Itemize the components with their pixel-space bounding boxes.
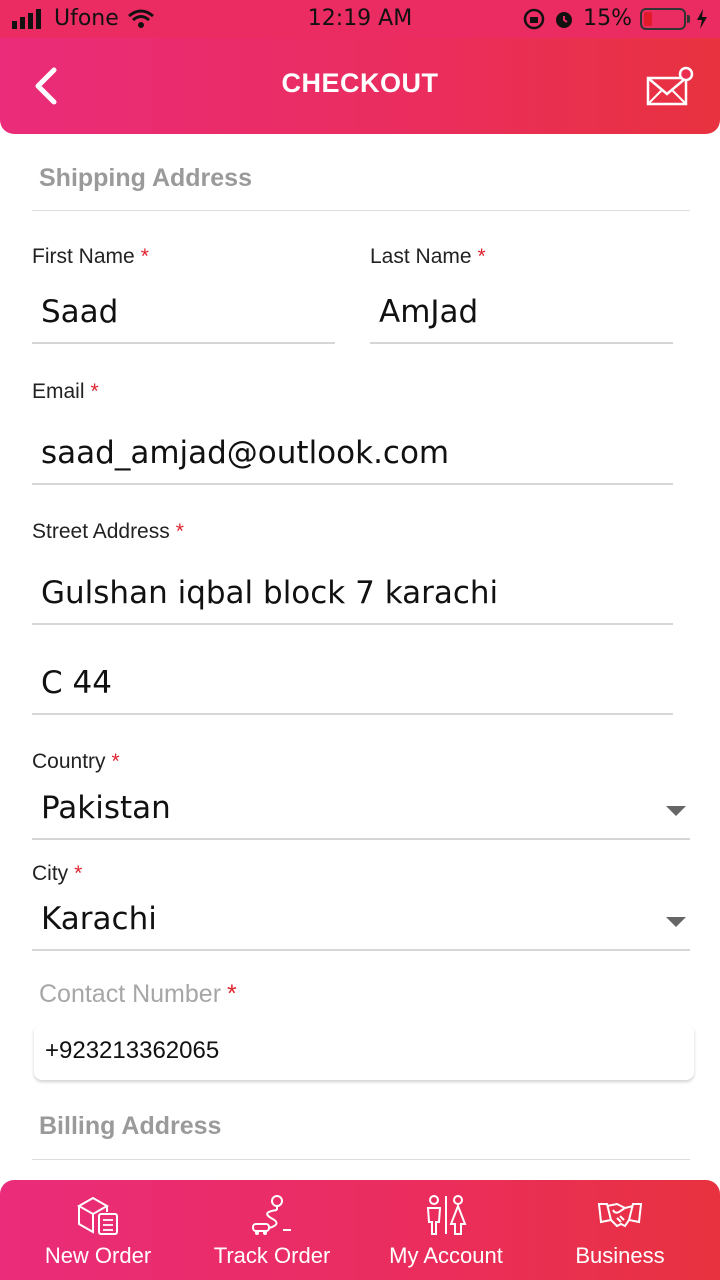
divider [32, 1159, 690, 1160]
contact-number-value: +923213362065 [45, 1037, 220, 1064]
first-name-value: Saad [41, 294, 119, 330]
battery-icon [640, 8, 690, 30]
required-marker: * [175, 520, 184, 543]
status-bar: Ufone 12:19 AM 15% [0, 0, 720, 38]
orientation-lock-icon [523, 8, 545, 30]
nav-my-account-label: My Account [389, 1243, 503, 1268]
city-label-text: City [32, 862, 69, 885]
email-label-text: Email [32, 380, 85, 403]
people-icon [426, 1195, 467, 1235]
nav-new-order[interactable]: New Order [8, 1180, 188, 1280]
required-marker: * [227, 980, 237, 1008]
battery-percent: 15% [583, 6, 632, 31]
page-title: CHECKOUT [281, 68, 439, 98]
shipping-address-heading: Shipping Address [39, 164, 252, 192]
country-select[interactable]: Pakistan [32, 780, 690, 840]
handshake-icon [597, 1202, 643, 1228]
email-label: Email * [32, 380, 99, 404]
charging-icon [697, 9, 707, 29]
contact-number-label: Contact Number * [39, 980, 237, 1009]
last-name-label-text: Last Name [370, 245, 472, 268]
email-field[interactable]: saad_amjad@outlook.com [32, 420, 673, 485]
street-address-line1-value: Gulshan iqbal block 7 karachi [41, 575, 499, 611]
required-marker: * [140, 245, 149, 268]
street-address-label-text: Street Address [32, 520, 170, 543]
first-name-field[interactable]: Saad [32, 280, 335, 344]
last-name-value: AmJad [379, 294, 479, 330]
last-name-label: Last Name * [370, 245, 486, 269]
box-checklist-icon [76, 1196, 118, 1235]
dropdown-arrow-icon [666, 806, 686, 816]
required-marker: * [111, 750, 120, 773]
alarm-icon [556, 12, 573, 28]
wifi-icon [127, 9, 154, 28]
street-address-line2-value: C 44 [41, 665, 112, 701]
app-header: CHECKOUT [0, 38, 720, 134]
nav-track-order-label: Track Order [213, 1243, 331, 1268]
first-name-label-text: First Name [32, 245, 135, 268]
carrier-name: Ufone [54, 6, 119, 31]
nav-business[interactable]: Business [530, 1180, 710, 1280]
nav-my-account[interactable]: My Account [356, 1180, 536, 1280]
country-value: Pakistan [41, 790, 171, 826]
last-name-field[interactable]: AmJad [370, 280, 673, 344]
billing-address-heading: Billing Address [39, 1112, 222, 1140]
street-address-line1-field[interactable]: Gulshan iqbal block 7 karachi [32, 560, 673, 625]
city-label: City * [32, 862, 82, 886]
country-label-text: Country [32, 750, 106, 773]
dropdown-arrow-icon [666, 917, 686, 927]
contact-number-label-text: Contact Number [39, 980, 222, 1008]
city-select[interactable]: Karachi [32, 892, 690, 951]
route-pin-icon [252, 1195, 291, 1235]
divider [32, 210, 690, 211]
first-name-label: First Name * [32, 245, 149, 269]
nav-new-order-label: New Order [44, 1243, 152, 1268]
street-address-line2-field[interactable]: C 44 [32, 650, 673, 715]
country-label: Country * [32, 750, 120, 774]
status-right: 15% [523, 6, 708, 32]
nav-track-order[interactable]: Track Order [182, 1180, 362, 1280]
nav-business-label: Business [575, 1243, 665, 1268]
required-marker: * [74, 862, 83, 885]
status-left: Ufone [12, 6, 155, 32]
bottom-navigation: New Order Track Order My Account Busines… [0, 1180, 720, 1280]
required-marker: * [477, 245, 486, 268]
mail-notification-icon[interactable] [646, 66, 694, 110]
city-value: Karachi [41, 901, 157, 937]
required-marker: * [90, 380, 99, 403]
contact-number-field[interactable]: +923213362065 [34, 1024, 694, 1080]
signal-icon [12, 9, 41, 29]
email-value: saad_amjad@outlook.com [41, 435, 450, 471]
street-address-label: Street Address * [32, 520, 184, 544]
